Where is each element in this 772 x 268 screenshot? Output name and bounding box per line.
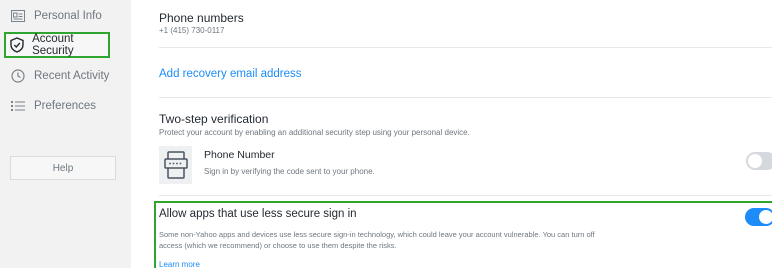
two-step-description: Protect your account by enabling an addi… — [159, 128, 470, 137]
less-secure-description-line1: Some non-Yahoo apps and devices use less… — [159, 230, 595, 239]
shield-icon — [10, 37, 24, 53]
clock-icon — [10, 68, 26, 84]
less-secure-title: Allow apps that use less secure sign in — [159, 208, 357, 220]
sidebar: Personal Info Account Security Recent Ac… — [0, 0, 131, 268]
sidebar-item-account-security[interactable]: Account Security — [4, 32, 110, 58]
divider — [159, 47, 772, 48]
phone-numbers-title: Phone numbers — [159, 11, 244, 25]
main-content: Phone numbers +1 (415) 730-0117 Add reco… — [131, 0, 772, 268]
phone-method-description: Sign in by verifying the code sent to yo… — [204, 167, 375, 176]
divider — [159, 97, 772, 98]
sidebar-item-label: Recent Activity — [34, 70, 110, 82]
toggle-knob — [748, 154, 762, 168]
two-step-phone-toggle[interactable] — [746, 152, 772, 170]
phone-method-title: Phone Number — [204, 149, 275, 161]
divider — [159, 195, 772, 196]
sidebar-item-label: Preferences — [34, 100, 97, 112]
sidebar-item-label: Account Security — [32, 33, 74, 57]
toggle-knob — [759, 210, 772, 224]
sidebar-item-preferences[interactable]: Preferences — [4, 93, 110, 119]
add-recovery-email-link[interactable]: Add recovery email address — [159, 68, 302, 80]
phone-device-icon — [159, 146, 192, 184]
list-icon — [10, 98, 26, 114]
learn-more-link[interactable]: Learn more — [159, 260, 200, 268]
less-secure-toggle[interactable] — [745, 208, 772, 226]
phone-number-value: +1 (415) 730-0117 — [159, 26, 225, 35]
less-secure-description-line2: access (which we recommend) or choose to… — [159, 241, 397, 250]
two-step-title: Two-step verification — [159, 112, 269, 126]
id-card-icon — [10, 8, 26, 24]
help-button[interactable]: Help — [10, 156, 116, 180]
sidebar-item-recent-activity[interactable]: Recent Activity — [4, 63, 110, 89]
sidebar-item-personal-info[interactable]: Personal Info — [4, 3, 110, 29]
sidebar-item-label: Personal Info — [34, 10, 102, 22]
